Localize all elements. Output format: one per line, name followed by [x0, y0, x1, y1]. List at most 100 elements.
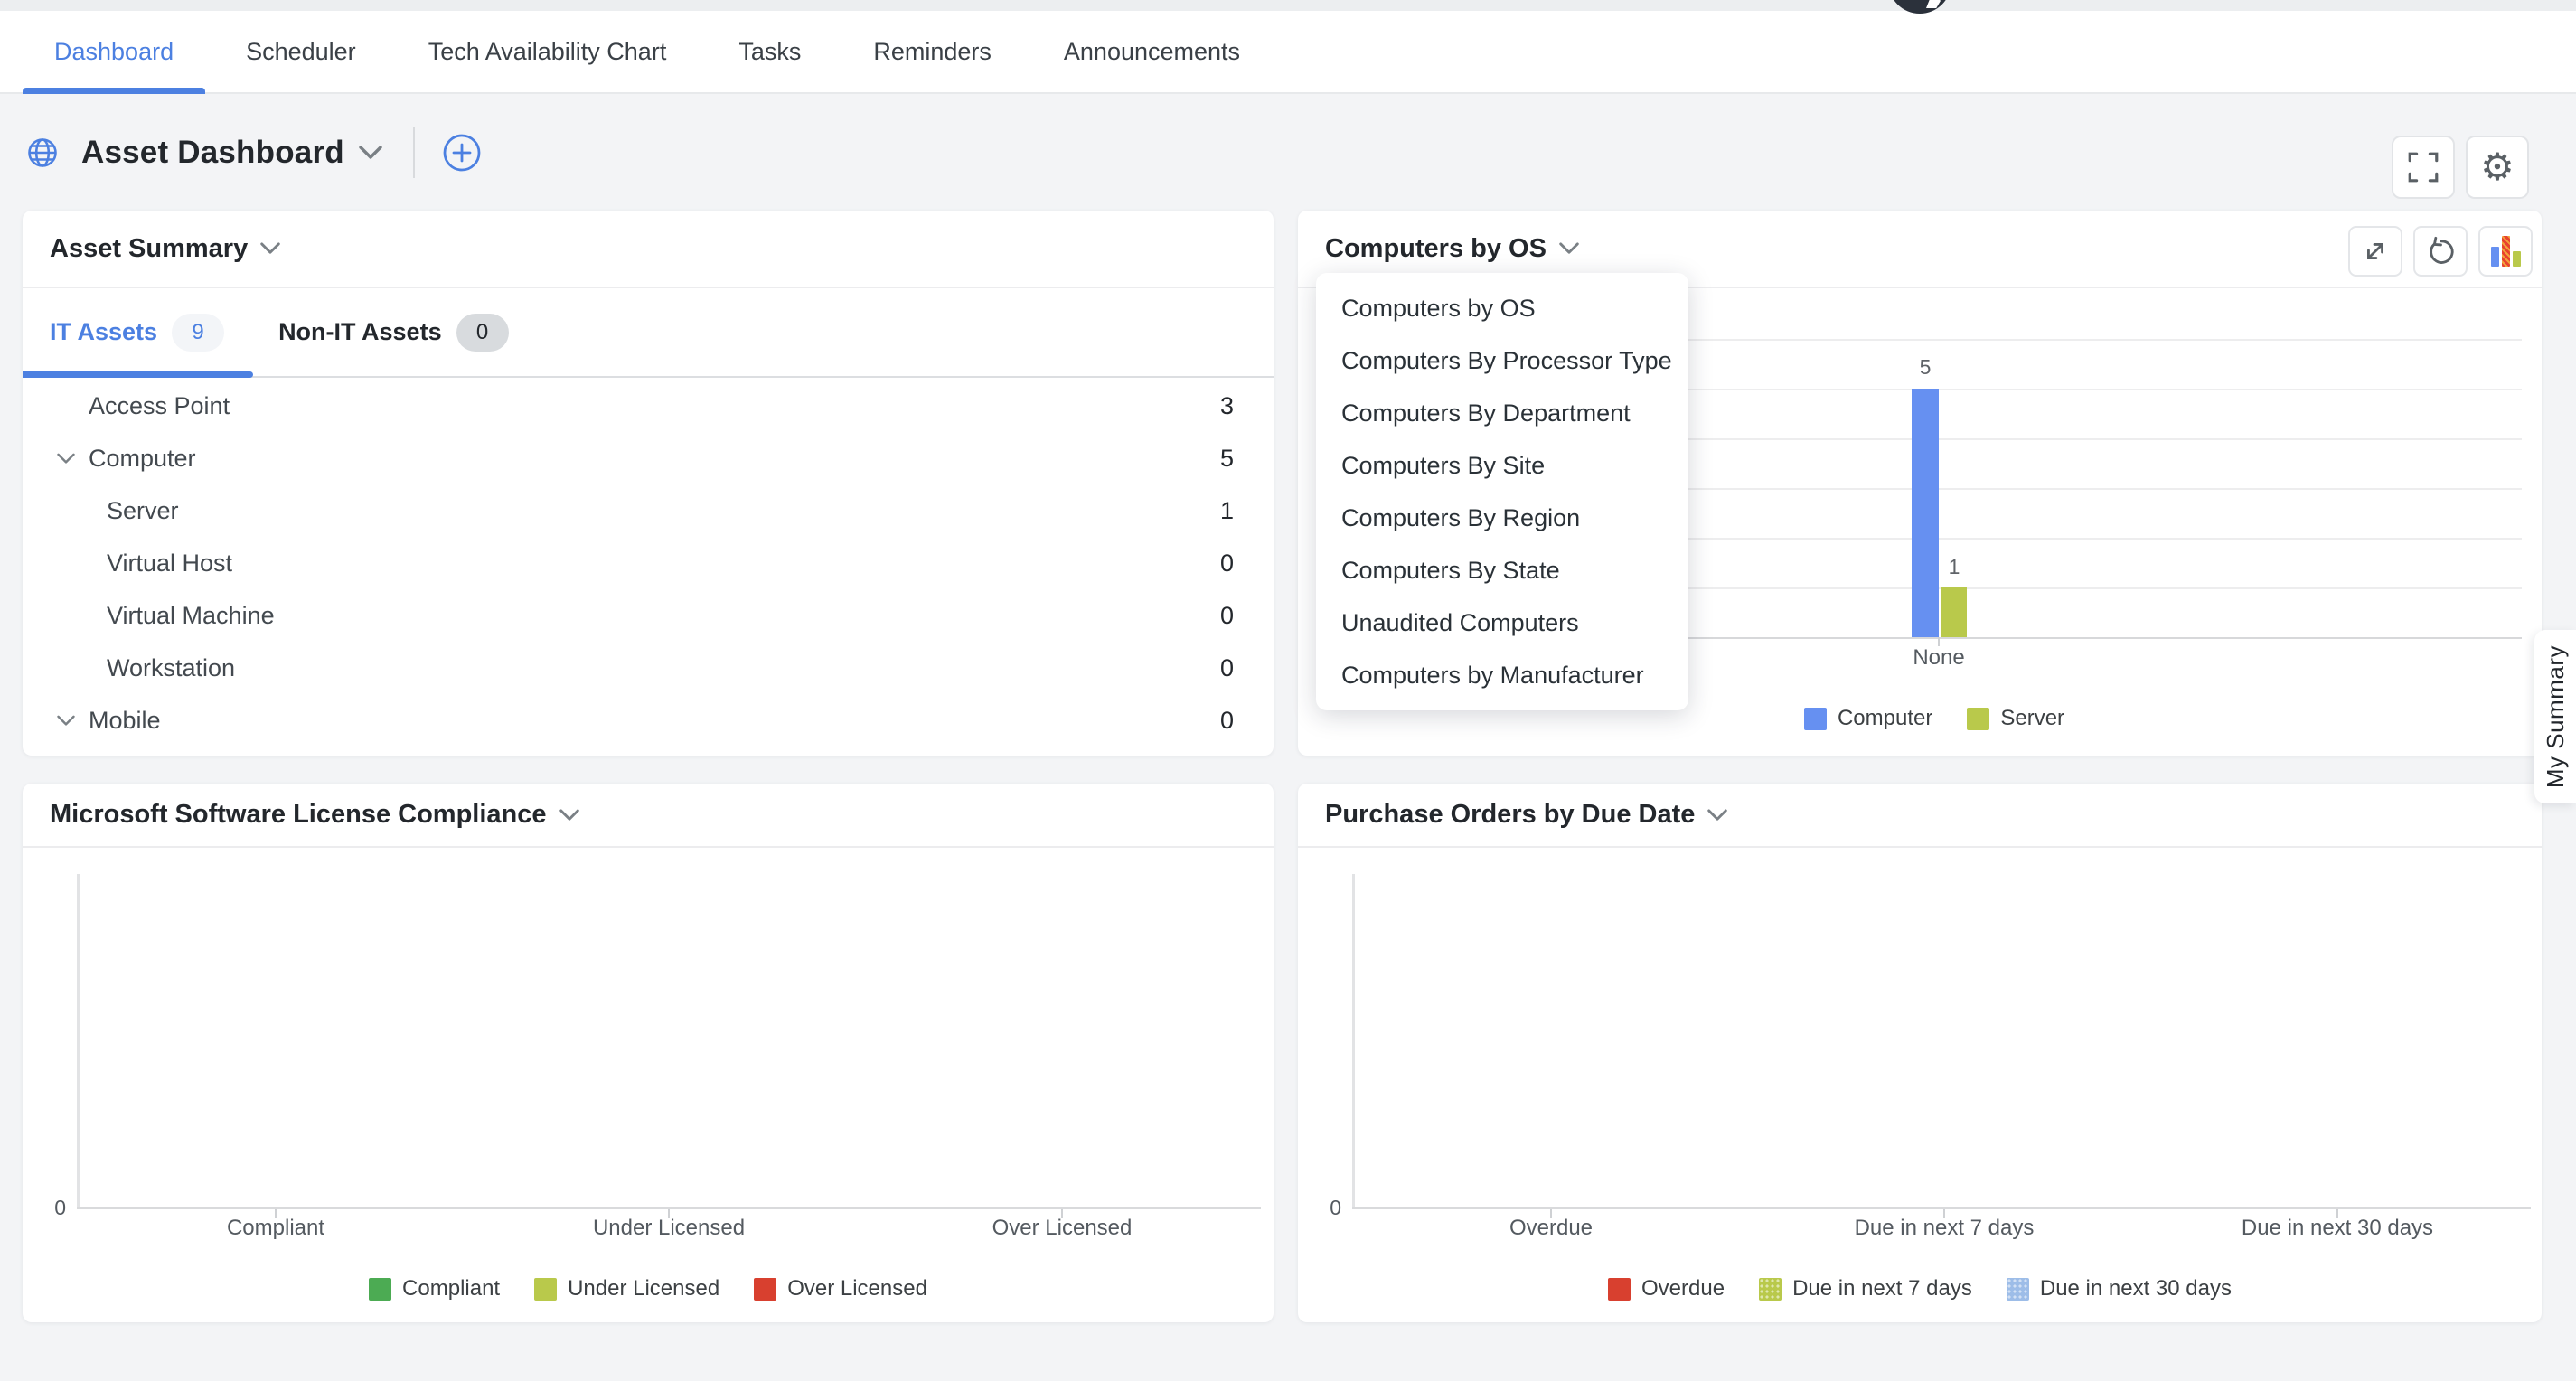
legend-label: Due in next 7 days: [1792, 1276, 1972, 1301]
expand-icon: [2360, 236, 2391, 267]
ms-license-title[interactable]: Microsoft Software License Compliance: [50, 800, 547, 830]
x-category-label: Compliant: [163, 1216, 389, 1241]
bar-computer[interactable]: [1912, 389, 1939, 637]
menu-item-computers-by-processor-type[interactable]: Computers By Processor Type: [1316, 334, 1688, 387]
refresh-widget-button[interactable]: [2413, 226, 2468, 277]
asset-summary-header: Asset Summary: [23, 211, 1274, 288]
widget-selector-dropdown: Computers by OS Computers By Processor T…: [1316, 273, 1688, 710]
x-category-label: None: [1871, 645, 2007, 671]
computers-by-os-title[interactable]: Computers by OS: [1325, 234, 1547, 264]
tab-non-it-assets-label: Non-IT Assets: [278, 318, 442, 346]
tab-it-assets-label: IT Assets: [50, 318, 157, 346]
non-it-assets-count-badge: 0: [456, 314, 509, 352]
legend-swatch: [1608, 1278, 1631, 1301]
legend-item-server[interactable]: Server: [1967, 706, 2064, 731]
active-tab-underline: [23, 371, 253, 378]
collapse-chevron-icon[interactable]: [57, 715, 75, 727]
asset-row-label: Virtual Host: [107, 550, 232, 578]
ms-license-header: Microsoft Software License Compliance: [23, 784, 1274, 848]
asset-row-label: Server: [107, 497, 179, 525]
settings-button[interactable]: ⚙: [2466, 136, 2529, 199]
y-axis-line: [1352, 874, 1355, 1209]
x-category-label: Due in next 30 days: [2202, 1216, 2473, 1241]
asset-row-count: 1: [1220, 497, 1234, 525]
y-axis-tick-label: 0: [1307, 1196, 1341, 1220]
legend-item-under-licensed[interactable]: Under Licensed: [534, 1276, 719, 1301]
legend-label: Compliant: [402, 1276, 500, 1301]
tab-it-assets[interactable]: IT Assets 9: [50, 314, 224, 352]
asset-row-computer[interactable]: Computer 5: [23, 432, 1274, 484]
purchase-orders-header: Purchase Orders by Due Date: [1298, 784, 2542, 848]
bar-server[interactable]: [1941, 587, 1967, 637]
legend-label: Overdue: [1641, 1276, 1725, 1301]
asset-row-virtual-machine[interactable]: Virtual Machine 0: [23, 589, 1274, 642]
page-title[interactable]: Asset Dashboard: [81, 135, 344, 171]
asset-summary-title[interactable]: Asset Summary: [50, 234, 248, 264]
menu-item-computers-by-region[interactable]: Computers By Region: [1316, 492, 1688, 544]
asset-row-label: Virtual Machine: [107, 602, 275, 630]
chart-legend: Overdue Due in next 7 days Due in next 3…: [1298, 1276, 2542, 1301]
chevron-down-icon[interactable]: [1707, 809, 1727, 822]
add-dashboard-button[interactable]: [442, 133, 482, 173]
purchase-orders-title[interactable]: Purchase Orders by Due Date: [1325, 800, 1695, 830]
dashboard-switcher-chevron-icon[interactable]: [359, 146, 382, 160]
it-assets-count-badge: 9: [172, 314, 224, 352]
legend-swatch: [2007, 1278, 2029, 1301]
legend-item-computer[interactable]: Computer: [1804, 706, 1932, 731]
legend-item-due-7-days[interactable]: Due in next 7 days: [1759, 1276, 1972, 1301]
menu-item-computers-by-department[interactable]: Computers By Department: [1316, 387, 1688, 439]
expand-widget-button[interactable]: [2348, 226, 2402, 277]
legend-item-over-licensed[interactable]: Over Licensed: [754, 1276, 927, 1301]
my-summary-label: My Summary: [2542, 645, 2570, 788]
asset-row-label: Computer: [89, 445, 196, 473]
tab-non-it-assets[interactable]: Non-IT Assets 0: [278, 314, 509, 352]
chevron-down-icon[interactable]: [559, 809, 579, 822]
asset-row-access-point[interactable]: Access Point 3: [23, 380, 1274, 432]
legend-item-overdue[interactable]: Overdue: [1608, 1276, 1725, 1301]
chevron-down-icon[interactable]: [260, 242, 280, 255]
collapse-chevron-icon[interactable]: [57, 453, 75, 465]
main-nav: Dashboard Scheduler Tech Availability Ch…: [0, 11, 2576, 94]
x-axis-line: [1352, 1207, 2531, 1209]
menu-item-computers-by-os[interactable]: Computers by OS: [1316, 282, 1688, 334]
nav-tab-dashboard[interactable]: Dashboard: [23, 11, 205, 92]
x-category-label: Overdue: [1438, 1216, 1664, 1241]
nav-tab-tasks[interactable]: Tasks: [707, 11, 832, 92]
asset-row-count: 0: [1220, 707, 1234, 735]
asset-row-workstation[interactable]: Workstation 0: [23, 642, 1274, 694]
legend-label: Under Licensed: [568, 1276, 719, 1301]
refresh-icon: [2425, 236, 2456, 267]
asset-row-count: 3: [1220, 392, 1234, 420]
menu-item-computers-by-manufacturer[interactable]: Computers by Manufacturer: [1316, 649, 1688, 701]
nav-tab-announcements[interactable]: Announcements: [1032, 11, 1272, 92]
nav-tab-reminders[interactable]: Reminders: [841, 11, 1023, 92]
menu-item-computers-by-state[interactable]: Computers By State: [1316, 544, 1688, 597]
ms-license-card: Microsoft Software License Compliance 0 …: [23, 784, 1274, 1322]
asset-type-list: Access Point 3 Computer 5 Server 1 Virtu…: [23, 378, 1274, 747]
asset-row-label: Workstation: [107, 654, 235, 682]
legend-item-compliant[interactable]: Compliant: [369, 1276, 500, 1301]
title-divider: [413, 127, 415, 178]
y-axis-tick-label: 0: [32, 1196, 66, 1220]
asset-row-virtual-host[interactable]: Virtual Host 0: [23, 537, 1274, 589]
asset-row-server[interactable]: Server 1: [23, 484, 1274, 537]
avatar-glyph: [1926, 0, 1941, 8]
asset-row-count: 5: [1220, 445, 1234, 473]
chart-type-button[interactable]: [2478, 226, 2533, 277]
menu-item-unaudited-computers[interactable]: Unaudited Computers: [1316, 597, 1688, 649]
top-strip: [0, 0, 2576, 11]
asset-dashboard-page: Dashboard Scheduler Tech Availability Ch…: [0, 0, 2576, 1381]
menu-item-computers-by-site[interactable]: Computers By Site: [1316, 439, 1688, 492]
asset-row-mobile[interactable]: Mobile 0: [23, 694, 1274, 747]
my-summary-tab[interactable]: My Summary: [2534, 630, 2576, 803]
x-category-label: Due in next 7 days: [1809, 1216, 2080, 1241]
legend-item-due-30-days[interactable]: Due in next 30 days: [2007, 1276, 2232, 1301]
title-bar-actions: ⚙: [2392, 136, 2529, 199]
nav-tab-tech-availability-chart[interactable]: Tech Availability Chart: [397, 11, 699, 92]
asset-row-label: Mobile: [89, 707, 161, 735]
chevron-down-icon[interactable]: [1559, 242, 1579, 255]
asset-row-count: 0: [1220, 602, 1234, 630]
fullscreen-icon: [2406, 150, 2440, 184]
fullscreen-button[interactable]: [2392, 136, 2455, 199]
nav-tab-scheduler[interactable]: Scheduler: [214, 11, 388, 92]
